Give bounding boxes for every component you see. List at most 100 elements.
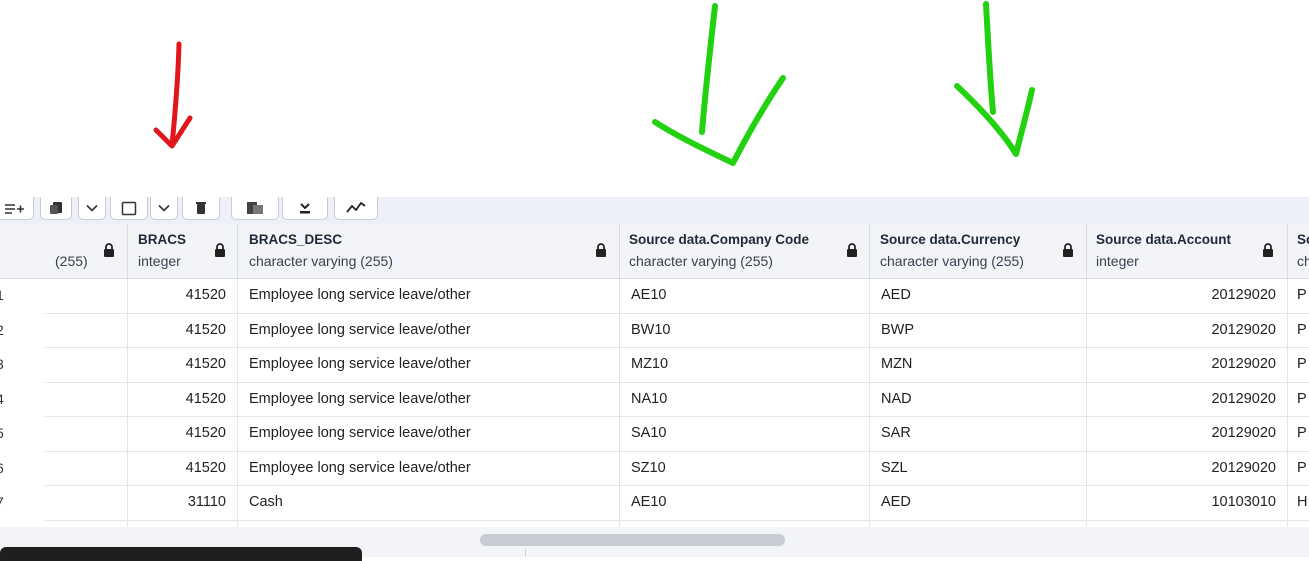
cell-partial[interactable] (45, 451, 128, 486)
graph-visualiser-button[interactable] (334, 197, 378, 220)
cell-bracs-desc[interactable]: Cash (238, 486, 620, 521)
column-header-company-code[interactable]: Source data.Company Code character varyi… (620, 224, 870, 279)
cell-partial[interactable] (45, 348, 128, 383)
lock-icon (595, 243, 607, 257)
cell-bracs[interactable]: 41520 (128, 348, 238, 383)
delete-button[interactable] (182, 197, 220, 220)
cell-bracs[interactable]: 31110 (128, 486, 238, 521)
add-row-button[interactable] (0, 197, 34, 220)
column-title: Source data.Company Code (629, 232, 810, 247)
chevron-down-icon (158, 204, 170, 212)
cell-bracs-desc[interactable]: Employee long service leave/other (238, 279, 620, 314)
table-row[interactable]: 341520Employee long service leave/otherM… (0, 348, 1309, 383)
cell-source-partial[interactable]: P (1288, 417, 1309, 452)
cell-bracs[interactable]: 41520 (128, 279, 238, 314)
column-header-account[interactable]: Source data.Account integer (1087, 224, 1288, 279)
cell-bracs[interactable]: 41520 (128, 382, 238, 417)
save-data-icon (246, 201, 264, 215)
cell-account[interactable]: 10103010 (1087, 486, 1288, 521)
cell-partial[interactable] (45, 417, 128, 452)
table-row[interactable]: 441520Employee long service leave/otherN… (0, 382, 1309, 417)
cell-source-partial[interactable]: P (1288, 314, 1309, 348)
cell-currency[interactable]: MZN (870, 348, 1087, 383)
column-header-partial[interactable]: (255) (0, 224, 128, 279)
cell-company-code[interactable]: NA10 (620, 382, 870, 417)
cell-currency[interactable]: BWP (870, 313, 1087, 348)
column-type: (255) (55, 253, 88, 269)
download-icon (298, 201, 312, 215)
copy-icon (49, 201, 63, 215)
row-number: 4 (0, 383, 4, 416)
paste-button[interactable] (110, 197, 148, 220)
lock-icon (103, 243, 115, 257)
cell-bracs[interactable]: 41520 (128, 313, 238, 348)
download-button[interactable] (282, 197, 328, 220)
table-row[interactable]: 541520Employee long service leave/otherS… (0, 417, 1309, 452)
cell-partial[interactable] (45, 313, 128, 348)
cell-currency[interactable]: SAR (870, 417, 1087, 452)
cell-currency[interactable]: AED (870, 279, 1087, 314)
delete-icon (195, 201, 207, 215)
cell-company-code[interactable]: SA10 (620, 417, 870, 452)
cell-company-code[interactable]: AE10 (620, 279, 870, 314)
cell-bracs-desc[interactable]: Employee long service leave/other (238, 417, 620, 452)
graph-icon (346, 202, 366, 214)
cell-bracs[interactable]: 41520 (128, 417, 238, 452)
cell-account[interactable]: 20129020 (1087, 279, 1288, 314)
row-number: 2 (0, 314, 4, 347)
green-arrow-icon (954, 1, 1035, 157)
green-arrow-icon (652, 3, 786, 166)
cell-source-partial[interactable]: P (1288, 348, 1309, 383)
cell-source-partial[interactable]: P (1288, 279, 1309, 314)
copy-button[interactable] (40, 197, 72, 220)
scrollbar-thumb[interactable] (480, 534, 785, 546)
cell-account[interactable]: 20129020 (1087, 382, 1288, 417)
cell-company-code[interactable]: MZ10 (620, 348, 870, 383)
column-header-currency[interactable]: Source data.Currency character varying (… (870, 224, 1087, 279)
panel-divider (525, 549, 526, 557)
cell-bracs-desc[interactable]: Employee long service leave/other (238, 313, 620, 348)
chevron-down-icon (86, 204, 98, 212)
cell-company-code[interactable]: SZ10 (620, 451, 870, 486)
paste-options-dropdown[interactable] (150, 197, 178, 220)
cell-partial[interactable] (45, 279, 128, 314)
cell-account[interactable]: 20129020 (1087, 417, 1288, 452)
lock-icon (1262, 243, 1274, 257)
cell-account[interactable]: 20129020 (1087, 313, 1288, 348)
column-header-bracs-desc[interactable]: BRACS_DESC character varying (255) (238, 224, 620, 279)
column-header-source-partial[interactable]: So ch (1288, 224, 1309, 279)
cell-account[interactable]: 20129020 (1087, 451, 1288, 486)
red-arrow-icon (153, 41, 193, 149)
table-row[interactable]: 141520Employee long service leave/otherA… (0, 279, 1309, 314)
cell-bracs[interactable]: 41520 (128, 451, 238, 486)
cell-currency[interactable]: SZL (870, 451, 1087, 486)
table-row[interactable]: 7 31110CashAE10AED10103010H (0, 486, 1309, 521)
cell-bracs-desc[interactable]: Employee long service leave/other (238, 382, 620, 417)
save-data-button[interactable] (231, 197, 279, 220)
column-type: character varying (255) (629, 253, 773, 269)
row-number: 1 (0, 279, 4, 312)
cell-source-partial[interactable]: P (1288, 383, 1309, 417)
cell-currency[interactable]: AED (870, 486, 1087, 521)
column-type: integer (1096, 253, 1139, 269)
annotation-arrows (153, 1, 1035, 166)
cell-currency[interactable]: NAD (870, 382, 1087, 417)
cell-bracs-desc[interactable]: Employee long service leave/other (238, 348, 620, 383)
cell-source-partial[interactable]: H (1288, 486, 1309, 521)
table-row[interactable]: 641520Employee long service leave/otherS… (0, 451, 1309, 486)
table-row[interactable]: 241520Employee long service leave/otherB… (0, 313, 1309, 348)
column-header-bracs[interactable]: BRACS integer (128, 224, 238, 279)
cell-company-code[interactable]: AE10 (620, 486, 870, 521)
cell-account[interactable]: 20129020 (1087, 348, 1288, 383)
cell-bracs-desc[interactable]: Employee long service leave/other (238, 451, 620, 486)
row-number: 3 (0, 348, 4, 381)
copy-options-dropdown[interactable] (78, 197, 106, 220)
cell-source-partial[interactable]: P (1288, 452, 1309, 486)
cell-company-code[interactable]: BW10 (620, 313, 870, 348)
cell-partial[interactable] (45, 486, 128, 521)
cell-partial[interactable] (45, 382, 128, 417)
column-type: integer (138, 253, 181, 269)
data-grid-toolbar (0, 197, 1309, 224)
column-title: Source data.Currency (880, 232, 1021, 247)
row-number: 7 (0, 486, 4, 519)
